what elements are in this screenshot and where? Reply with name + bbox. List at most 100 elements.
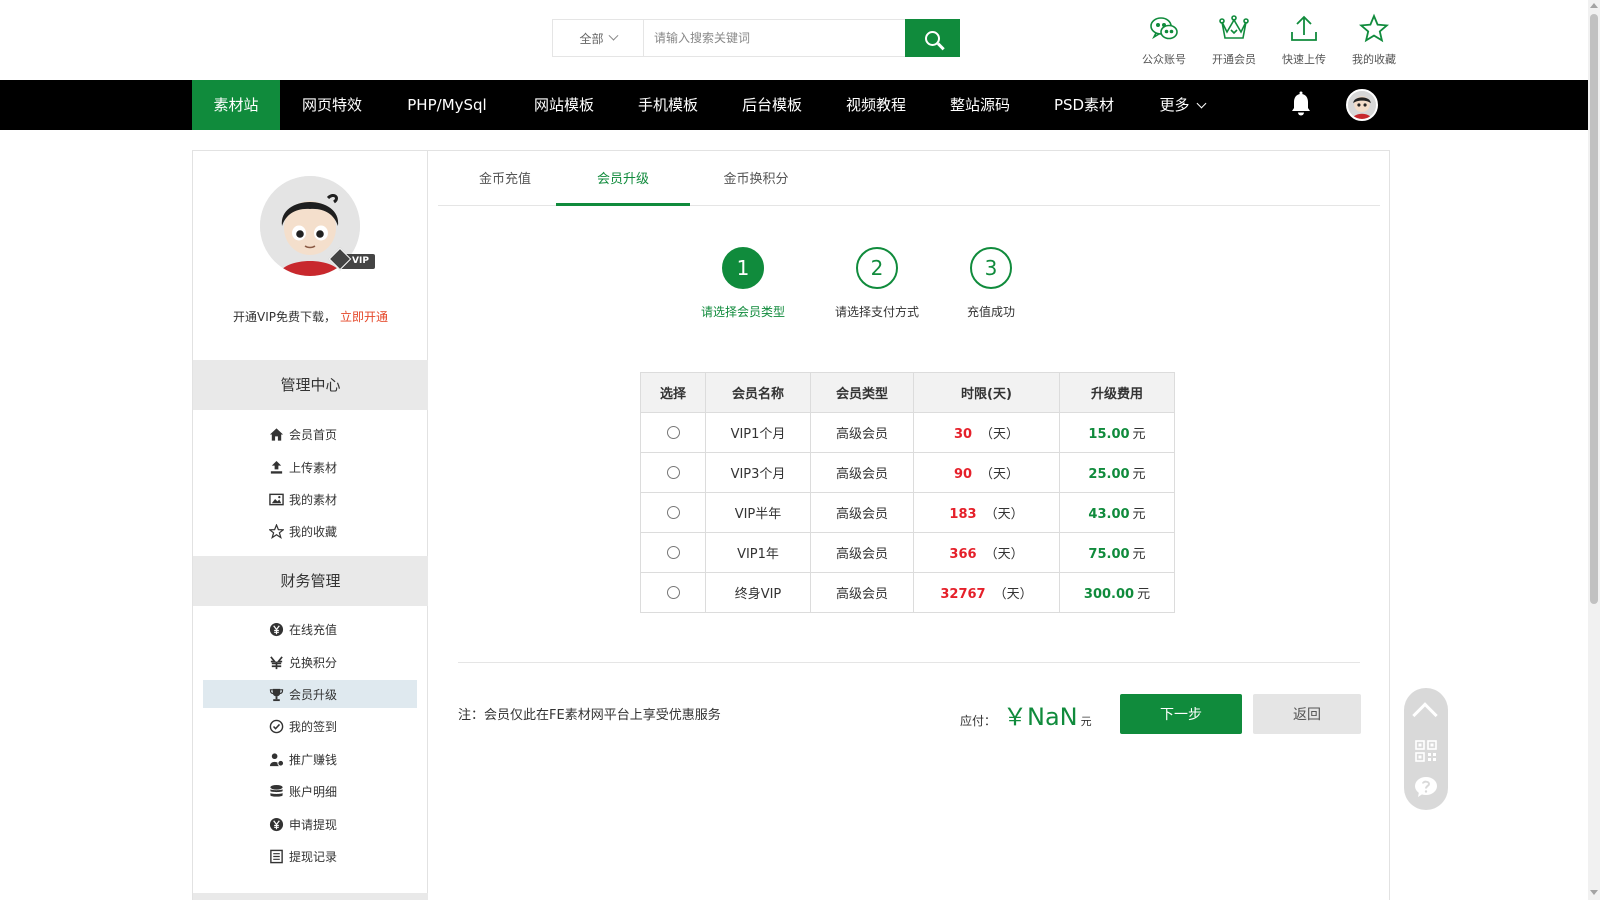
nav-item-effects[interactable]: 网页特效 — [288, 80, 376, 130]
sidebar-item-promote[interactable]: 推广赚钱 — [203, 745, 417, 773]
pay-amount-value: ￥NaN — [1003, 703, 1078, 731]
nav-item-video[interactable]: 视频教程 — [828, 80, 924, 130]
table-row[interactable]: VIP1个月 高级会员 30 （天） 15.00 元 — [640, 412, 1175, 453]
sidebar-item-label: 兑换积分 — [289, 655, 338, 670]
nav-item-sucai[interactable]: 素材站 — [192, 80, 280, 130]
plan-days-unit: （天） — [993, 587, 1033, 602]
sidebar-item-label: 在线充值 — [289, 622, 338, 637]
scrollbar-thumb[interactable] — [1590, 14, 1598, 604]
search-category-select[interactable]: 全部 — [553, 20, 644, 56]
tab-coin-recharge[interactable]: 金币充值 — [438, 151, 572, 206]
back-to-top-icon[interactable] — [1412, 702, 1438, 728]
plan-fee-cell: 43.00 元 — [1059, 492, 1175, 533]
column-header: 会员名称 — [705, 372, 811, 413]
sidebar-item-label: 会员首页 — [289, 427, 338, 442]
chevron-down-icon — [1196, 98, 1206, 109]
table-header-row: 选择 会员名称 会员类型 时限(天) 升级费用 — [640, 372, 1175, 413]
help-icon[interactable] — [1414, 776, 1438, 798]
plan-radio[interactable] — [666, 506, 680, 519]
vip-badge: VIP — [338, 254, 375, 269]
step-label: 请选择会员类型 — [700, 305, 785, 319]
star-icon — [1358, 13, 1390, 43]
sidebar-item-favorites[interactable]: 我的收藏 — [203, 517, 417, 545]
divider — [458, 662, 1360, 663]
nav-item-admin-templates[interactable]: 后台模板 — [724, 80, 820, 130]
plan-name-cell: VIP1年 — [705, 532, 811, 573]
plan-fee-value: 300.00 — [1083, 587, 1135, 602]
sidebar-item-member-upgrade[interactable]: 会员升级 — [203, 680, 417, 708]
table-row[interactable]: VIP1年 高级会员 366 （天） 75.00 元 — [640, 532, 1175, 573]
search-button[interactable] — [905, 19, 960, 57]
select-cell — [640, 572, 706, 613]
plan-days-unit: （天） — [984, 507, 1024, 522]
table-row[interactable]: 终身VIP 高级会员 32767 （天） 300.00 元 — [640, 572, 1175, 613]
plan-name-cell: 终身VIP — [705, 572, 811, 613]
nav-item-php[interactable]: PHP/MySql — [392, 80, 502, 130]
nav-item-more[interactable]: 更多 — [1142, 80, 1222, 130]
search-input[interactable] — [644, 20, 905, 56]
select-cell — [640, 412, 706, 453]
sidebar-item-recharge[interactable]: 在线充值 — [203, 615, 417, 643]
floating-toolbar — [1404, 688, 1448, 810]
table-row[interactable]: VIP3个月 高级会员 90 （天） 25.00 元 — [640, 452, 1175, 493]
nav-item-psd[interactable]: PSD素材 — [1036, 80, 1132, 130]
scroll-down-icon[interactable] — [1590, 890, 1598, 895]
nav-item-site-templates[interactable]: 网站模板 — [516, 80, 612, 130]
plan-fee-cell: 25.00 元 — [1059, 452, 1175, 493]
sidebar-item-withdraw[interactable]: 申请提现 — [203, 810, 417, 838]
plan-days-cell: 90 （天） — [913, 452, 1060, 493]
quick-link-favorites[interactable]: 我的收藏 — [1352, 12, 1396, 67]
sidebar-item-member-home[interactable]: 会员首页 — [203, 420, 417, 448]
plan-radio[interactable] — [666, 586, 680, 599]
vip-open-link[interactable]: 立即开通 — [340, 310, 388, 324]
plan-fee-cell: 75.00 元 — [1059, 532, 1175, 573]
database-icon — [270, 784, 283, 797]
plan-radio[interactable] — [666, 546, 680, 559]
star-icon — [269, 523, 284, 539]
back-button[interactable]: 返回 — [1253, 694, 1361, 734]
select-cell — [640, 532, 706, 573]
tab-member-upgrade[interactable]: 会员升级 — [556, 151, 690, 206]
sidebar-item-withdraw-records[interactable]: 提现记录 — [203, 842, 417, 870]
quick-link-vip[interactable]: 开通会员 — [1212, 12, 1256, 67]
plan-radio[interactable] — [666, 466, 680, 479]
check-circle-icon — [269, 719, 284, 733]
member-note: 注：会员仅此在FE素材网平台上享受优惠服务 — [458, 708, 721, 723]
sidebar-item-exchange-points[interactable]: 兑换积分 — [203, 648, 417, 676]
plan-name-cell: VIP1个月 — [705, 412, 811, 453]
quick-link-wechat[interactable]: 公众账号 — [1142, 12, 1186, 67]
tab-coin-to-points[interactable]: 金币换积分 — [689, 151, 823, 206]
table-row[interactable]: VIP半年 高级会员 183 （天） 43.00 元 — [640, 492, 1175, 533]
upload-icon — [1291, 15, 1317, 41]
section-title-finance: 财务管理 — [193, 556, 428, 606]
next-step-button[interactable]: 下一步 — [1120, 694, 1242, 734]
plan-days-value: 366 — [949, 547, 977, 562]
upload-icon — [270, 460, 283, 474]
nav-item-source[interactable]: 整站源码 — [932, 80, 1028, 130]
plan-days-unit: （天） — [980, 427, 1020, 442]
plan-table-body: VIP1个月 高级会员 30 （天） 15.00 元 VIP3个月 高级会员 90 （天） 25.0… — [640, 412, 1175, 613]
nav-item-mobile-templates[interactable]: 手机模板 — [620, 80, 716, 130]
sidebar-item-upload[interactable]: 上传素材 — [203, 453, 417, 481]
scroll-up-icon[interactable] — [1590, 3, 1598, 8]
user-avatar[interactable] — [1346, 89, 1378, 121]
nav-more-label: 更多 — [1159, 96, 1190, 114]
plan-fee-value: 25.00 — [1088, 467, 1130, 482]
bell-icon[interactable] — [1290, 91, 1312, 117]
plan-fee-value: 15.00 — [1088, 427, 1130, 442]
quick-link-upload[interactable]: 快速上传 — [1282, 12, 1326, 67]
step-label: 请选择支付方式 — [834, 305, 919, 319]
column-header: 选择 — [640, 372, 706, 413]
sidebar-item-account-detail[interactable]: 账户明细 — [203, 777, 417, 805]
plan-type-cell: 高级会员 — [810, 412, 914, 453]
sidebar-item-check-in[interactable]: 我的签到 — [203, 712, 417, 740]
select-cell — [640, 452, 706, 493]
plan-days-value: 90 — [953, 467, 973, 482]
sidebar-item-label: 我的收藏 — [289, 524, 338, 539]
quick-link-label: 我的收藏 — [1352, 53, 1396, 66]
member-card: VIP 开通VIP免费下载， 立即开通 管理中心 会员首页 上传素材 我的素材 我… — [192, 150, 1390, 900]
sidebar-item-my-materials[interactable]: 我的素材 — [203, 485, 417, 513]
plan-radio[interactable] — [666, 426, 680, 439]
qr-code-icon[interactable] — [1415, 740, 1437, 762]
tab-bar: 金币充值 会员升级 金币换积分 — [438, 151, 1380, 206]
